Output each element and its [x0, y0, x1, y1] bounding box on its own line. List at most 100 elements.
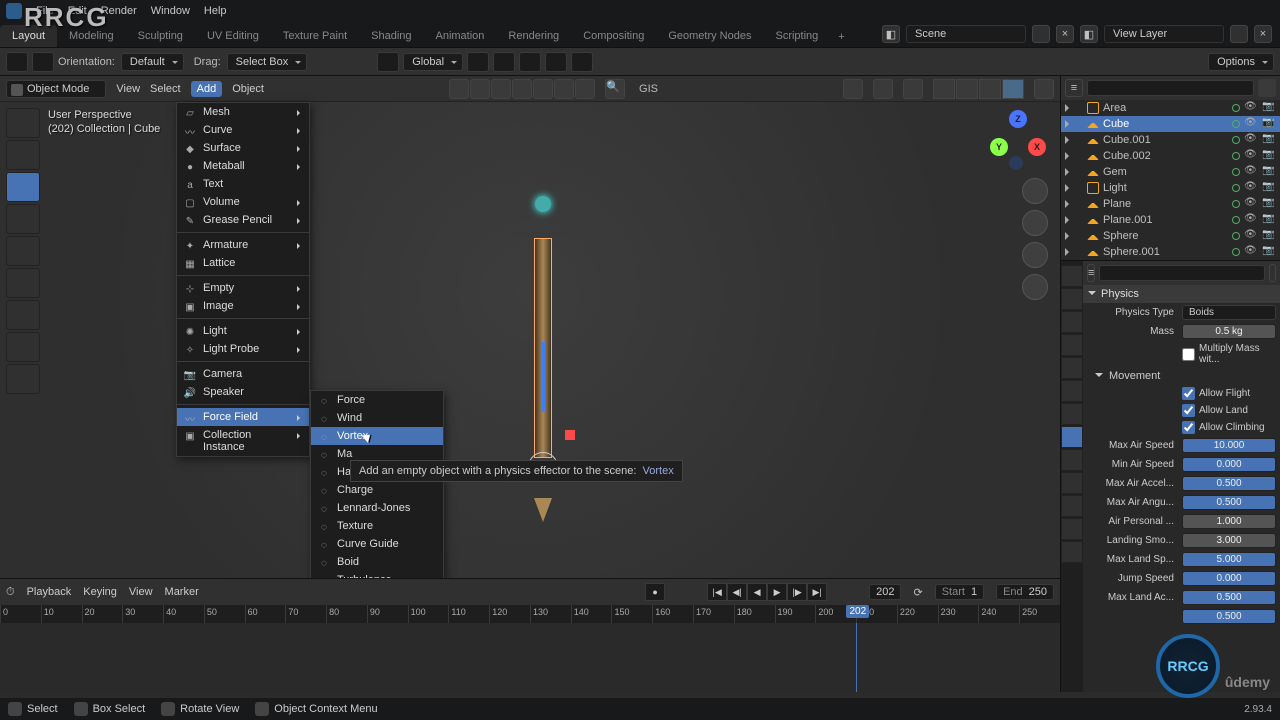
axis-x[interactable]: X [1028, 138, 1046, 156]
disclosure-icon[interactable] [1065, 232, 1073, 240]
disclosure-icon[interactable] [1065, 120, 1073, 128]
viewport-view-menu[interactable]: View [116, 83, 140, 95]
timeline-tick[interactable]: 20 [82, 605, 123, 623]
mass-field[interactable]: 0.5 kg [1182, 324, 1276, 339]
menu-help[interactable]: Help [204, 5, 227, 17]
prop-type-button[interactable]: ≡ [1087, 264, 1095, 282]
allow-land-checkbox[interactable]: Allow Land [1182, 404, 1276, 417]
blender-icon[interactable] [6, 3, 22, 19]
prop-tab-modifiers[interactable] [1061, 403, 1083, 425]
axis-z[interactable]: Z [1009, 110, 1027, 128]
add-menu-speaker[interactable]: 🔊Speaker [177, 383, 309, 401]
disclosure-icon[interactable] [1065, 168, 1073, 176]
timeline-tick[interactable]: 250 [1019, 605, 1060, 623]
timeline-tick[interactable]: 240 [978, 605, 1019, 623]
properties-search-input[interactable] [1099, 265, 1265, 281]
add-menu-camera[interactable]: 📷Camera [177, 365, 309, 383]
render-toggle[interactable]: 📷 [1262, 229, 1276, 243]
prop-tab-render[interactable] [1061, 265, 1083, 287]
outliner-item-gem[interactable]: Gem👁📷 [1061, 164, 1280, 180]
forcefield-force[interactable]: ◌Force [311, 391, 443, 409]
add-menu-force-field[interactable]: 〰Force Field [177, 408, 309, 426]
material-slot-icon[interactable] [1232, 136, 1240, 144]
prop-value-field[interactable]: 0.500 [1182, 495, 1276, 510]
add-menu-armature[interactable]: ✦Armature [177, 236, 309, 254]
prop-tab-output[interactable] [1061, 288, 1083, 310]
forcefield-turbulence[interactable]: ◌Turbulence [311, 571, 443, 578]
outliner-item-plane[interactable]: Plane👁📷 [1061, 196, 1280, 212]
select-vis-btn7[interactable] [575, 79, 595, 99]
shading-options-button[interactable] [1034, 79, 1054, 99]
visibility-toggle[interactable]: 👁 [1244, 213, 1258, 227]
viewport-add-menu[interactable]: Add [191, 81, 223, 97]
play-button[interactable]: ▶ [767, 583, 787, 601]
workspace-tab-animation[interactable]: Animation [424, 25, 497, 47]
tool-scale[interactable] [6, 236, 40, 266]
viewlayer-field[interactable]: View Layer [1104, 25, 1224, 43]
orientation-dropdown[interactable]: Default [121, 53, 184, 71]
material-slot-icon[interactable] [1232, 120, 1240, 128]
timeline-keying-menu[interactable]: Keying [83, 586, 117, 598]
jump-start-button[interactable]: |◀ [707, 583, 727, 601]
workspace-tab-geometry-nodes[interactable]: Geometry Nodes [656, 25, 763, 47]
timeline-tick[interactable]: 50 [204, 605, 245, 623]
forcefield-texture[interactable]: ◌Texture [311, 517, 443, 535]
outliner-item-sphere-001[interactable]: Sphere.001👁📷 [1061, 244, 1280, 260]
add-menu-grease-pencil[interactable]: ✎Grease Pencil [177, 211, 309, 229]
visibility-toggle[interactable]: 👁 [1244, 165, 1258, 179]
timeline-tick[interactable]: 110 [448, 605, 489, 623]
rendered-shade-button[interactable] [1002, 79, 1024, 99]
zoom-icon[interactable] [1022, 178, 1048, 204]
viewlayer-del-button[interactable]: × [1254, 25, 1272, 43]
select-vis-btn4[interactable] [512, 79, 532, 99]
visibility-toggle[interactable]: 👁 [1244, 229, 1258, 243]
visibility-toggle[interactable]: 👁 [1244, 149, 1258, 163]
prop-value-field[interactable]: 10.000 [1182, 438, 1276, 453]
material-slot-icon[interactable] [1232, 184, 1240, 192]
timeline-tick[interactable]: 70 [285, 605, 326, 623]
workspace-tab-rendering[interactable]: Rendering [496, 25, 571, 47]
render-toggle[interactable]: 📷 [1262, 213, 1276, 227]
material-slot-icon[interactable] [1232, 232, 1240, 240]
disclosure-icon[interactable] [1065, 136, 1073, 144]
playhead-badge[interactable]: 202 [846, 605, 869, 618]
select-vis-btn3[interactable] [491, 79, 511, 99]
forcefield-wind[interactable]: ◌Wind [311, 409, 443, 427]
gis-label[interactable]: GIS [639, 83, 658, 95]
outliner-item-light[interactable]: Light👁📷 [1061, 180, 1280, 196]
timeline-tick[interactable]: 30 [122, 605, 163, 623]
disclosure-icon[interactable] [1065, 184, 1073, 192]
render-toggle[interactable]: 📷 [1262, 133, 1276, 147]
add-menu-mesh[interactable]: ▱Mesh [177, 103, 309, 121]
forcefield-vortex[interactable]: ◌Vortex [311, 427, 443, 445]
workspace-tab-shading[interactable]: Shading [359, 25, 423, 47]
workspace-tab-uv-editing[interactable]: UV Editing [195, 25, 271, 47]
add-menu-volume[interactable]: ▢Volume [177, 193, 309, 211]
timeline-editor-type-button[interactable]: ⏱ [6, 586, 15, 599]
movement-subpanel[interactable]: Movement [1083, 367, 1280, 385]
timeline-playback-menu[interactable]: Playback [27, 586, 72, 598]
render-toggle[interactable]: 📷 [1262, 181, 1276, 195]
forcefield-curve-guide[interactable]: ◌Curve Guide [311, 535, 443, 553]
tool-move[interactable] [6, 172, 40, 202]
prop-value-field[interactable]: 5.000 [1182, 552, 1276, 567]
start-frame-field[interactable]: Start1 [935, 584, 984, 600]
outliner-item-cube-001[interactable]: Cube.001👁📷 [1061, 132, 1280, 148]
camera-icon[interactable] [1022, 242, 1048, 268]
add-menu-image[interactable]: ▣Image [177, 297, 309, 315]
forcefield-charge[interactable]: ◌Charge [311, 481, 443, 499]
options-dropdown[interactable]: Options [1208, 53, 1274, 71]
axis-y[interactable]: Y [990, 138, 1008, 156]
timeline-tick[interactable]: 90 [367, 605, 408, 623]
visibility-toggle[interactable]: 👁 [1244, 117, 1258, 131]
current-frame-field[interactable]: 202 [869, 584, 901, 600]
render-toggle[interactable]: 📷 [1262, 149, 1276, 163]
outliner-search-input[interactable] [1087, 80, 1254, 96]
viewlayer-new-button[interactable] [1230, 25, 1248, 43]
timeline-tick[interactable]: 100 [408, 605, 449, 623]
timeline-tick[interactable]: 190 [775, 605, 816, 623]
physics-type-dropdown[interactable]: Boids [1182, 305, 1276, 320]
matprev-shade-button[interactable] [979, 79, 1001, 99]
render-toggle[interactable]: 📷 [1262, 165, 1276, 179]
add-menu-surface[interactable]: ◆Surface [177, 139, 309, 157]
